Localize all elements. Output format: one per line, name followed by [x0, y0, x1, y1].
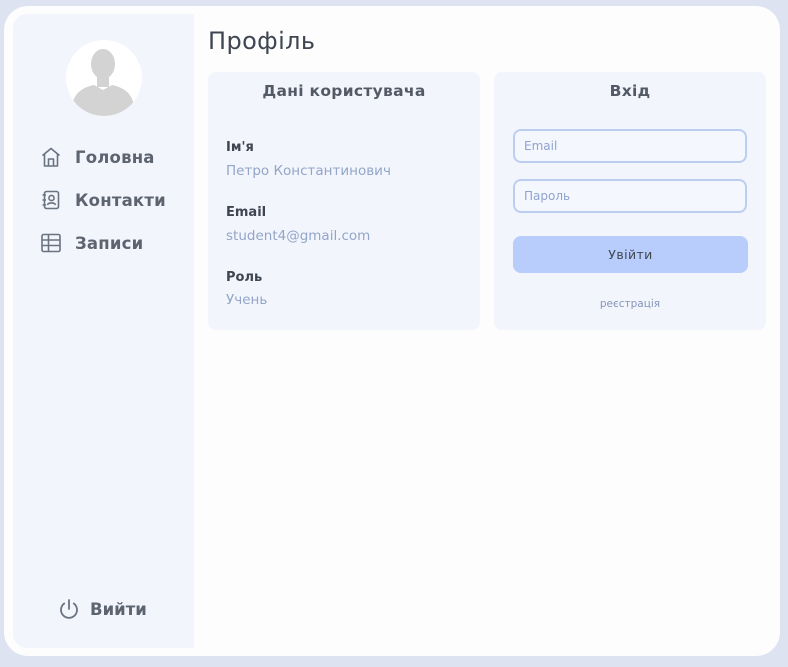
name-value: Петро Константинович — [226, 163, 391, 179]
role-label: Роль — [226, 270, 263, 285]
register-link[interactable]: реєстрація — [494, 298, 766, 310]
sidebar-item-label: Записи — [75, 233, 144, 253]
sidebar-item-label: Головна — [75, 147, 155, 167]
avatar — [66, 40, 142, 116]
user-silhouette-icon — [66, 40, 142, 116]
email-input[interactable] — [513, 129, 747, 163]
login-button[interactable]: Увійти — [513, 236, 748, 273]
page-title: Профіль — [208, 27, 316, 55]
sidebar-item-home[interactable]: Головна — [40, 144, 155, 170]
logout-label: Вийти — [90, 599, 147, 619]
logout-button[interactable]: Вийти — [58, 596, 147, 622]
login-card: Вхід Увійти реєстрація — [494, 72, 766, 330]
sidebar: Головна Контакти Записи Вийти — [13, 14, 194, 648]
role-value: Учень — [226, 292, 268, 308]
user-info-card: Дані користувача Ім'я Петро Константинов… — [208, 72, 480, 330]
sidebar-item-contacts[interactable]: Контакти — [40, 187, 166, 213]
email-value: student4@gmail.com — [226, 228, 371, 244]
contacts-icon — [40, 189, 62, 211]
login-card-title: Вхід — [609, 82, 651, 100]
home-icon — [40, 146, 62, 168]
name-label: Ім'я — [226, 140, 254, 155]
user-card-title: Дані користувача — [262, 82, 426, 100]
email-label: Email — [226, 205, 267, 220]
sidebar-item-records[interactable]: Записи — [40, 230, 143, 256]
table-icon — [40, 232, 62, 254]
sidebar-item-label: Контакти — [75, 190, 166, 210]
power-icon — [58, 598, 80, 620]
password-input[interactable] — [513, 179, 747, 213]
